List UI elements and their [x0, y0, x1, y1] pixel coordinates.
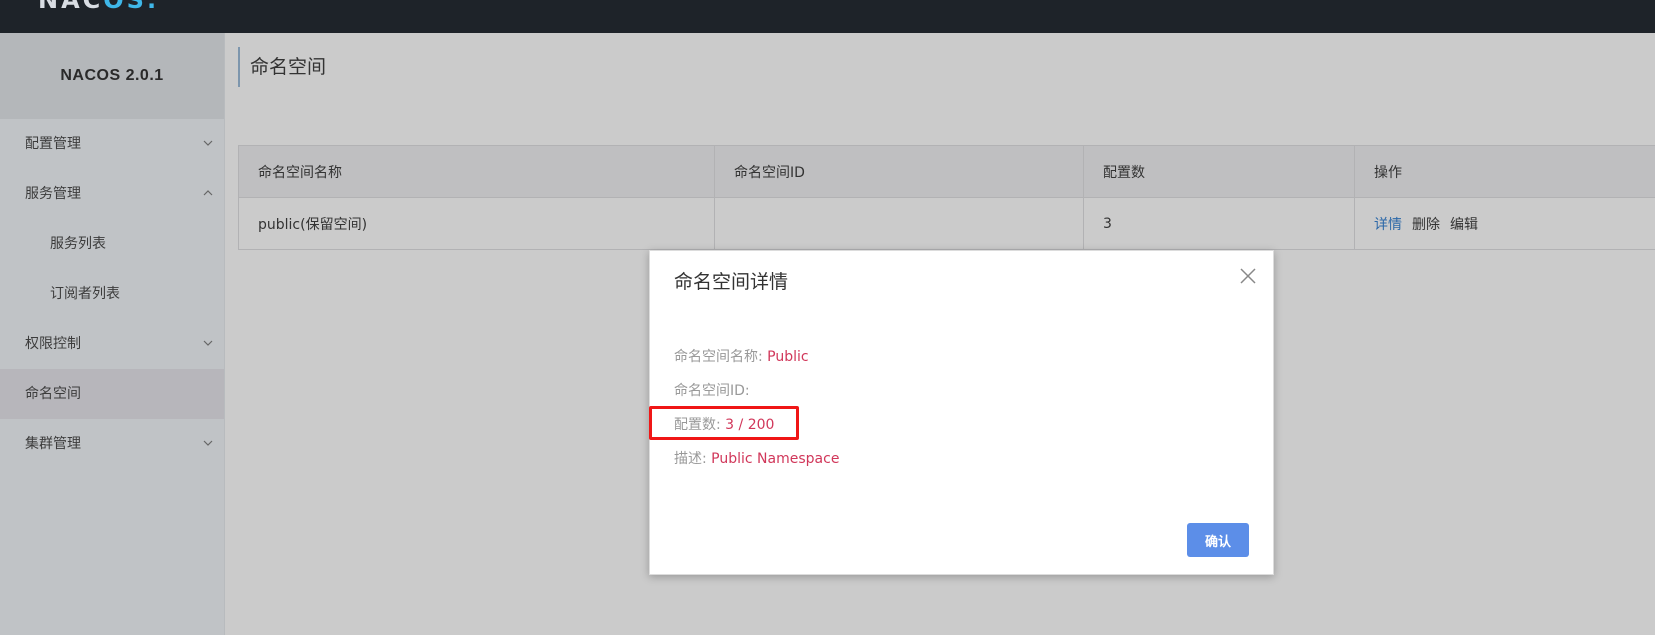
table-row: public(保留空间) 3 详情 删除 编辑	[238, 197, 1655, 250]
dialog-title: 命名空间详情	[674, 271, 789, 293]
column-header-id: 命名空间ID	[714, 145, 1084, 198]
column-header-actions: 操作	[1354, 145, 1655, 198]
column-header-name: 命名空间名称	[238, 145, 715, 198]
close-icon[interactable]	[1239, 267, 1257, 285]
sidebar-item-label: 配置管理	[25, 136, 81, 152]
sidebar-item-label: 权限控制	[25, 336, 81, 352]
logo-text-main: NAC	[38, 0, 104, 14]
confirm-button[interactable]: 确认	[1187, 523, 1249, 557]
sidebar-item-label: 服务管理	[25, 186, 81, 202]
sidebar-item-label: 订阅者列表	[50, 286, 120, 302]
chevron-up-icon	[203, 190, 213, 196]
sidebar-item-cluster-management[interactable]: 集群管理	[0, 419, 224, 469]
top-navbar: NACOS.	[0, 0, 1655, 33]
sidebar-brand: NACOS 2.0.1	[0, 33, 224, 119]
sidebar-item-subscriber-list[interactable]: 订阅者列表	[0, 269, 224, 319]
page-title: 命名空间	[238, 47, 326, 87]
sidebar: NACOS 2.0.1 配置管理 服务管理 服务列表 订阅者列表 权限控制 命名…	[0, 33, 225, 635]
field-namespace-id: 命名空间ID:	[674, 380, 750, 400]
sidebar-item-label: 集群管理	[25, 436, 81, 452]
sidebar-item-label: 服务列表	[50, 236, 106, 252]
delete-link[interactable]: 删除	[1412, 217, 1440, 233]
sidebar-item-access-control[interactable]: 权限控制	[0, 319, 224, 369]
cell-actions: 详情 删除 编辑	[1354, 197, 1655, 250]
logo-text-accent: OS.	[103, 0, 160, 14]
sidebar-item-config-management[interactable]: 配置管理	[0, 119, 224, 169]
sidebar-item-namespace[interactable]: 命名空间	[0, 369, 224, 419]
table-header-row: 命名空间名称 命名空间ID 配置数 操作	[238, 145, 1655, 198]
field-value: Public Namespace	[711, 451, 840, 467]
field-description: 描述: Public Namespace	[674, 448, 839, 468]
cell-namespace-id	[714, 197, 1084, 250]
cell-namespace-name: public(保留空间)	[238, 197, 715, 250]
chevron-down-icon	[203, 440, 213, 446]
nacos-logo[interactable]: NACOS.	[38, 0, 159, 14]
sidebar-item-label: 命名空间	[25, 386, 81, 402]
chevron-down-icon	[203, 340, 213, 346]
cell-config-count: 3	[1083, 197, 1355, 250]
chevron-down-icon	[203, 140, 213, 146]
field-label: 命名空间ID:	[674, 383, 750, 399]
details-link[interactable]: 详情	[1374, 217, 1402, 233]
namespace-details-dialog: 命名空间详情 命名空间名称: Public 命名空间ID: 配置数: 3 / 2…	[649, 250, 1274, 575]
field-label: 描述:	[674, 451, 707, 467]
sidebar-item-service-management[interactable]: 服务管理	[0, 169, 224, 219]
highlight-box	[649, 406, 799, 440]
column-header-count: 配置数	[1083, 145, 1355, 198]
field-label: 命名空间名称:	[674, 349, 763, 365]
sidebar-item-service-list[interactable]: 服务列表	[0, 219, 224, 269]
field-value: Public	[767, 349, 809, 365]
field-namespace-name: 命名空间名称: Public	[674, 346, 809, 366]
edit-link[interactable]: 编辑	[1450, 217, 1478, 233]
namespace-table: 命名空间名称 命名空间ID 配置数 操作 public(保留空间) 3 详情 删除…	[238, 145, 1655, 250]
